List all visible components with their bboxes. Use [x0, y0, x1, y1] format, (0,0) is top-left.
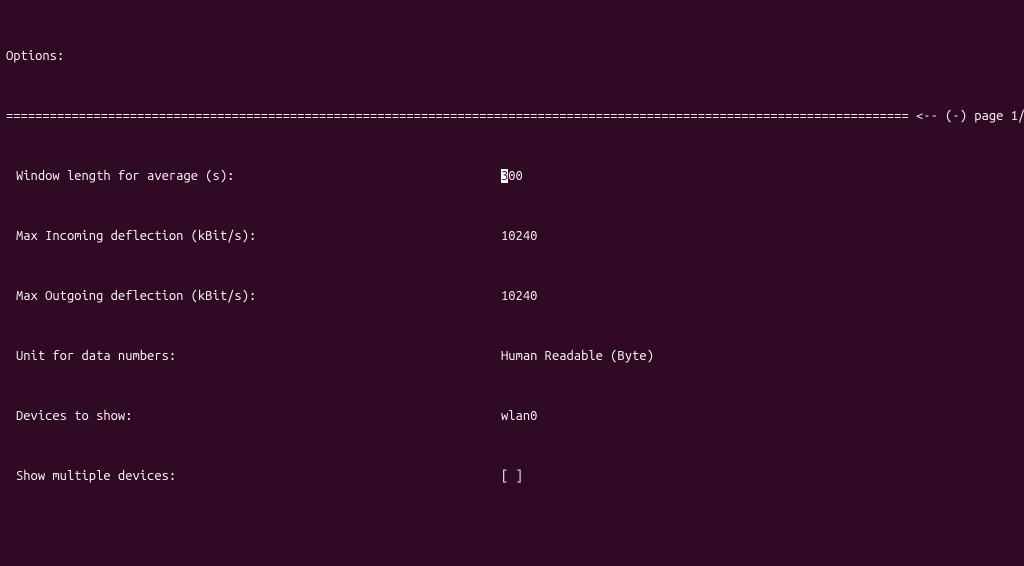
blank-row	[6, 529, 1018, 544]
option-value[interactable]: Human Readable (Byte)	[501, 349, 654, 364]
terminal-screen[interactable]: Options: ===============================…	[0, 0, 1024, 566]
option-value-checkbox[interactable]: [ ]	[501, 469, 523, 484]
option-label: Unit for data numbers:	[6, 349, 501, 364]
option-max-outgoing[interactable]: Max Outgoing deflection (kBit/s):10240	[6, 289, 1018, 304]
option-label: Devices to show:	[6, 409, 501, 424]
option-label: Window length for average (s):	[6, 169, 501, 184]
option-unit[interactable]: Unit for data numbers:Human Readable (By…	[6, 349, 1018, 364]
option-value-rest: 00	[508, 169, 523, 183]
options-header: Options:	[6, 49, 1018, 64]
option-label: Max Outgoing deflection (kBit/s):	[6, 289, 501, 304]
option-value[interactable]: 300	[501, 169, 523, 184]
option-label: Show multiple devices:	[6, 469, 501, 484]
options-divider-with-pager: ========================================…	[6, 109, 1018, 124]
option-value[interactable]: 10240	[501, 229, 537, 244]
option-devices[interactable]: Devices to show:wlan0	[6, 409, 1018, 424]
divider-segment: ========================================…	[6, 109, 916, 124]
option-show-multiple[interactable]: Show multiple devices:[ ]	[6, 469, 1018, 484]
option-label: Max Incoming deflection (kBit/s):	[6, 229, 501, 244]
option-window-length[interactable]: Window length for average (s):300	[6, 169, 1018, 184]
option-max-incoming[interactable]: Max Incoming deflection (kBit/s):10240	[6, 229, 1018, 244]
option-value[interactable]: wlan0	[501, 409, 537, 424]
option-value[interactable]: 10240	[501, 289, 537, 304]
page-indicator[interactable]: <-- (-) page 1/2 (+) --> =	[916, 109, 1024, 124]
